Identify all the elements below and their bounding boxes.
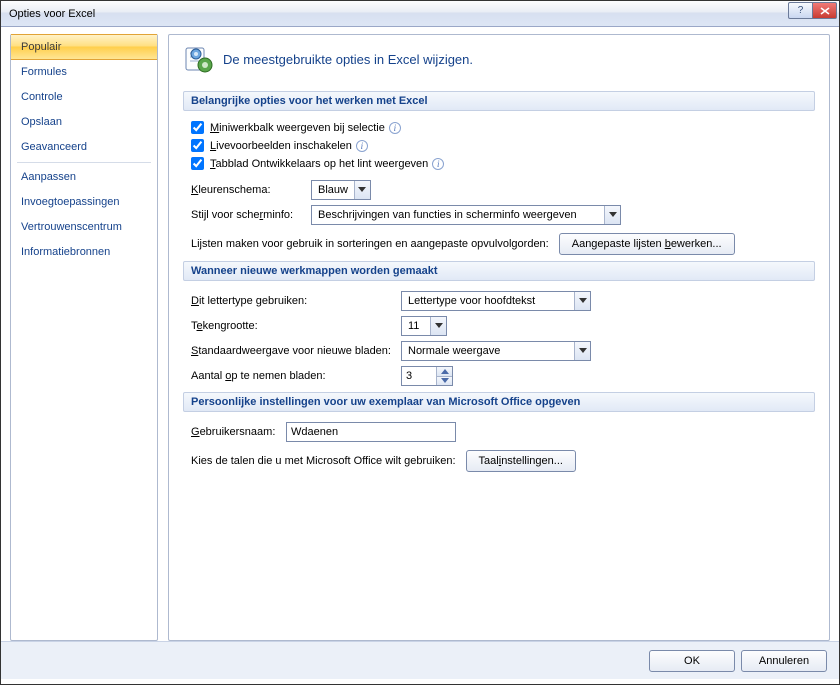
close-button[interactable] [812,2,837,19]
page-subtitle: De meestgebruikte opties in Excel wijzig… [223,52,473,67]
chevron-down-icon [574,292,590,310]
spinner-down-icon[interactable] [437,376,452,386]
help-button[interactable]: ? [788,2,813,19]
option-developer-tab: Tabblad Ontwikkelaars op het lint weerge… [191,157,815,170]
sidebar: Populair Formules Controle Opslaan Geava… [10,34,158,641]
sidebar-item-controle[interactable]: Controle [11,85,157,110]
label-mini-toolbar: MMiniwerkbalk weergeven bij selectieiniw… [210,122,385,134]
dialog-footer: OK Annuleren [1,641,839,679]
spinner-sheet-count[interactable] [401,366,453,386]
combo-default-view[interactable]: Normale weergave [401,341,591,361]
sidebar-item-opslaan[interactable]: Opslaan [11,110,157,135]
chevron-down-icon [354,181,370,199]
sidebar-separator [17,162,151,163]
sidebar-item-invoegtoepassingen[interactable]: Invoegtoepassingen [11,190,157,215]
spinner-sheet-count-value[interactable] [402,367,436,385]
combo-screentip-value: Beschrijvingen van functies in scherminf… [312,209,604,221]
combo-color-scheme-value: Blauw [312,184,354,196]
combo-font-size[interactable]: 11 [401,316,447,336]
page-header: De meestgebruikte opties in Excel wijzig… [183,41,815,85]
sidebar-item-informatiebronnen[interactable]: Informatiebronnen [11,240,157,265]
options-icon [183,43,215,75]
section-title-personal: Persoonlijke instellingen voor uw exempl… [183,392,815,412]
sidebar-item-vertrouwenscentrum[interactable]: Vertrouwenscentrum [11,215,157,240]
window-title: Opties voor Excel [9,8,95,20]
combo-default-font-value: Lettertype voor hoofdtekst [402,295,574,307]
chevron-down-icon [574,342,590,360]
option-mini-toolbar: MMiniwerkbalk weergeven bij selectieiniw… [191,121,815,134]
label-color-scheme: Kleurenschema: [191,184,311,196]
section-title-general: Belangrijke opties voor het werken met E… [183,91,815,111]
sidebar-item-formules[interactable]: Formules [11,60,157,85]
sidebar-item-populair[interactable]: Populair [11,34,157,60]
label-username: Gebruikersnaam: [191,426,286,438]
combo-default-view-value: Normale weergave [402,345,574,357]
checkbox-live-preview[interactable] [191,139,204,152]
spinner-up-icon[interactable] [437,367,452,376]
checkbox-developer-tab[interactable] [191,157,204,170]
label-default-font: Dit lettertype gebruiken: [191,295,401,307]
cancel-button[interactable]: Annuleren [741,650,827,672]
checkbox-mini-toolbar[interactable] [191,121,204,134]
combo-font-size-value: 11 [402,320,430,332]
combo-default-font[interactable]: Lettertype voor hoofdtekst [401,291,591,311]
sidebar-item-geavanceerd[interactable]: Geavanceerd [11,135,157,160]
chevron-down-icon [430,317,446,335]
label-language-settings: Kies de talen die u met Microsoft Office… [191,455,456,467]
info-icon[interactable]: i [356,140,368,152]
label-font-size: Tekengrootte: [191,320,401,332]
label-sheet-count: Aantal op te nemen bladen: [191,370,401,382]
sidebar-item-aanpassen[interactable]: Aanpassen [11,165,157,190]
content-panel: De meestgebruikte opties in Excel wijzig… [168,34,830,641]
ok-button[interactable]: OK [649,650,735,672]
username-input[interactable] [286,422,456,442]
window-controls: ? [788,2,837,19]
info-icon[interactable]: i [432,158,444,170]
titlebar: Opties voor Excel ? [1,1,839,27]
combo-screentip-style[interactable]: Beschrijvingen van functies in scherminf… [311,205,621,225]
option-live-preview: Livevoorbeelden inschakelen i [191,139,815,152]
edit-custom-lists-button[interactable]: Aangepaste lijsten bewerken... [559,233,735,255]
chevron-down-icon [604,206,620,224]
label-developer-tab: Tabblad Ontwikkelaars op het lint weerge… [210,158,428,170]
label-default-view: Standaardweergave voor nieuwe bladen: [191,345,401,357]
label-screentip-style: Stijl voor scherminfo: [191,209,311,221]
section-title-new-workbooks: Wanneer nieuwe werkmappen worden gemaakt [183,261,815,281]
info-icon[interactable]: i [389,122,401,134]
combo-color-scheme[interactable]: Blauw [311,180,371,200]
label-live-preview: Livevoorbeelden inschakelen [210,140,352,152]
language-settings-button[interactable]: Taalinstellingen... [466,450,576,472]
label-custom-lists: Lijsten maken voor gebruik in sorteringe… [191,238,549,250]
